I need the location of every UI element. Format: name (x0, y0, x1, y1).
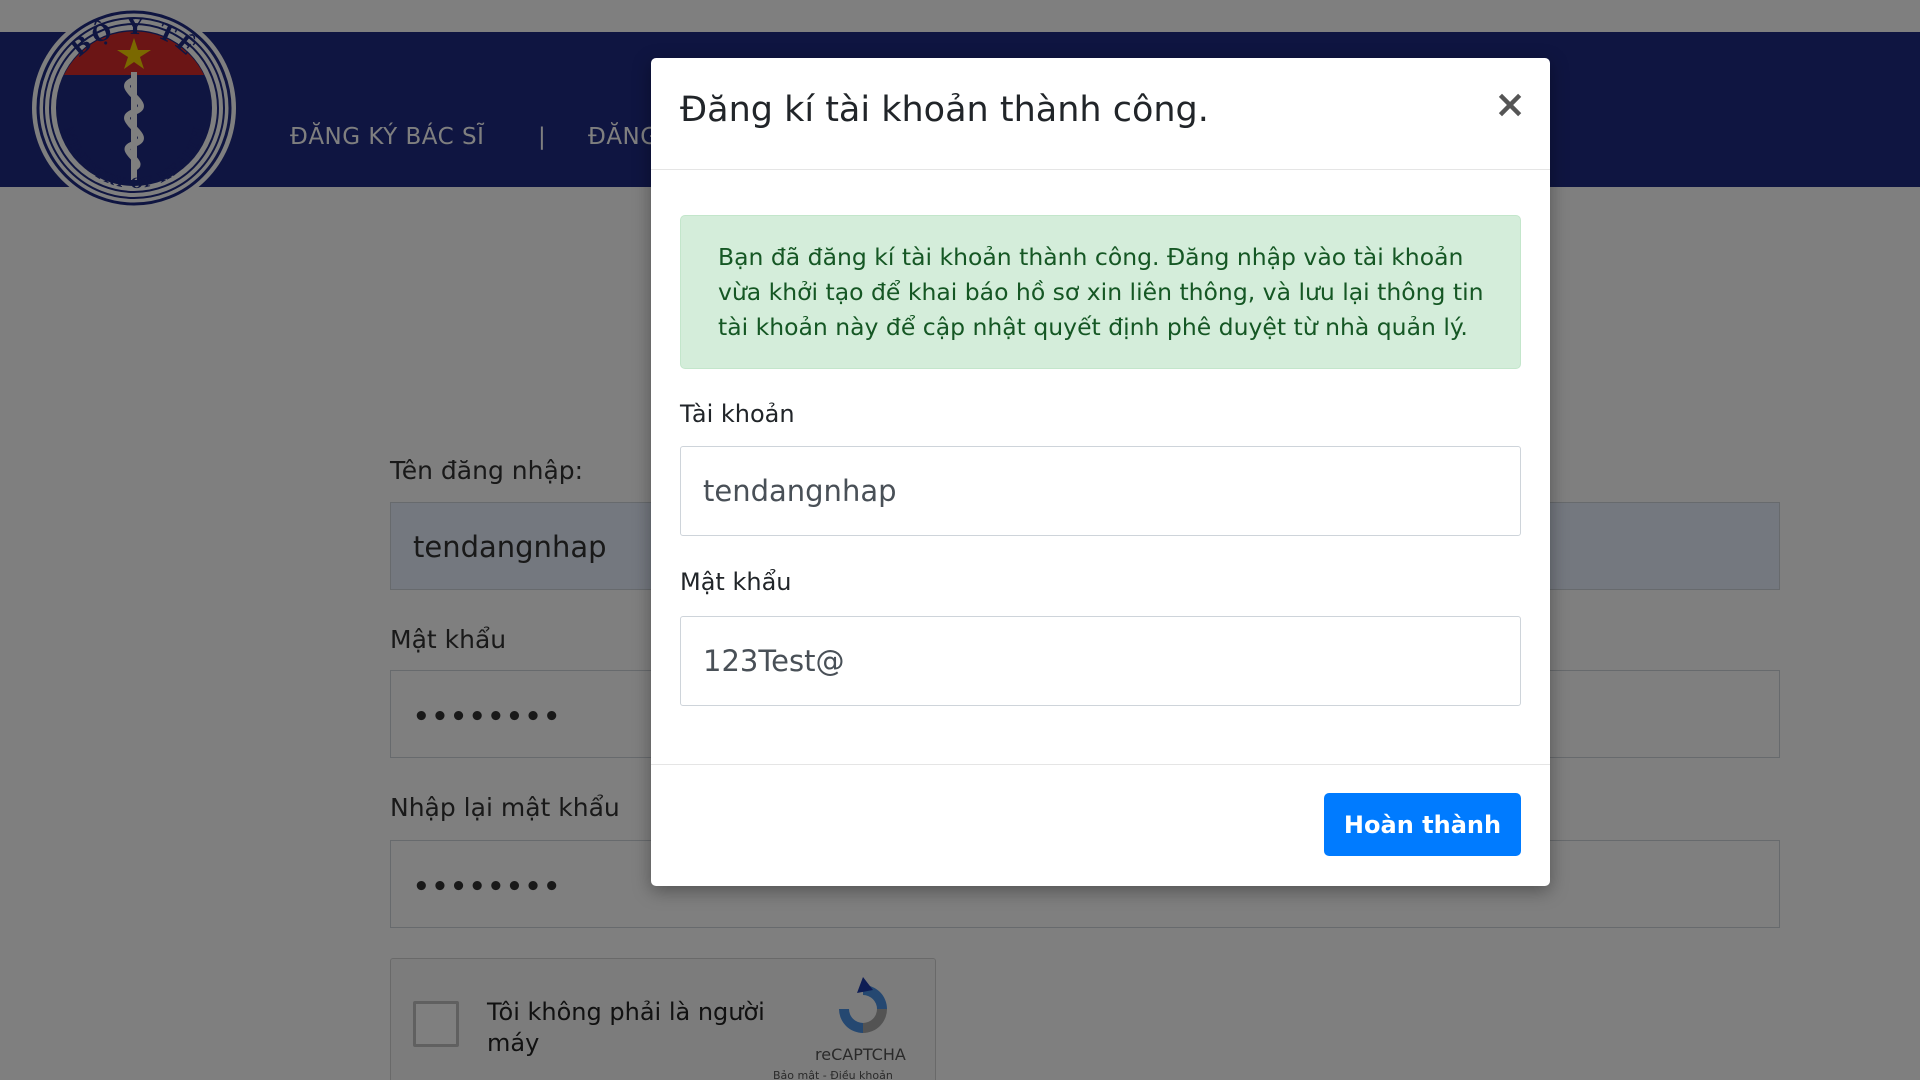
account-label: Tài khoản (680, 400, 795, 428)
success-alert: Bạn đã đăng kí tài khoản thành công. Đăn… (680, 215, 1521, 369)
modal-password-label: Mật khẩu (680, 568, 792, 596)
done-button[interactable]: Hoàn thành (1324, 793, 1521, 856)
modal-password-field[interactable]: 123Test@ (680, 616, 1521, 706)
modal-footer: Hoàn thành (651, 764, 1550, 886)
modal-header: Đăng kí tài khoản thành công. × (651, 58, 1550, 170)
account-field[interactable]: tendangnhap (680, 446, 1521, 536)
close-icon[interactable]: × (1492, 85, 1528, 123)
modal-title: Đăng kí tài khoản thành công. (680, 90, 1209, 130)
registration-success-dialog: Đăng kí tài khoản thành công. × Bạn đã đ… (651, 58, 1550, 886)
